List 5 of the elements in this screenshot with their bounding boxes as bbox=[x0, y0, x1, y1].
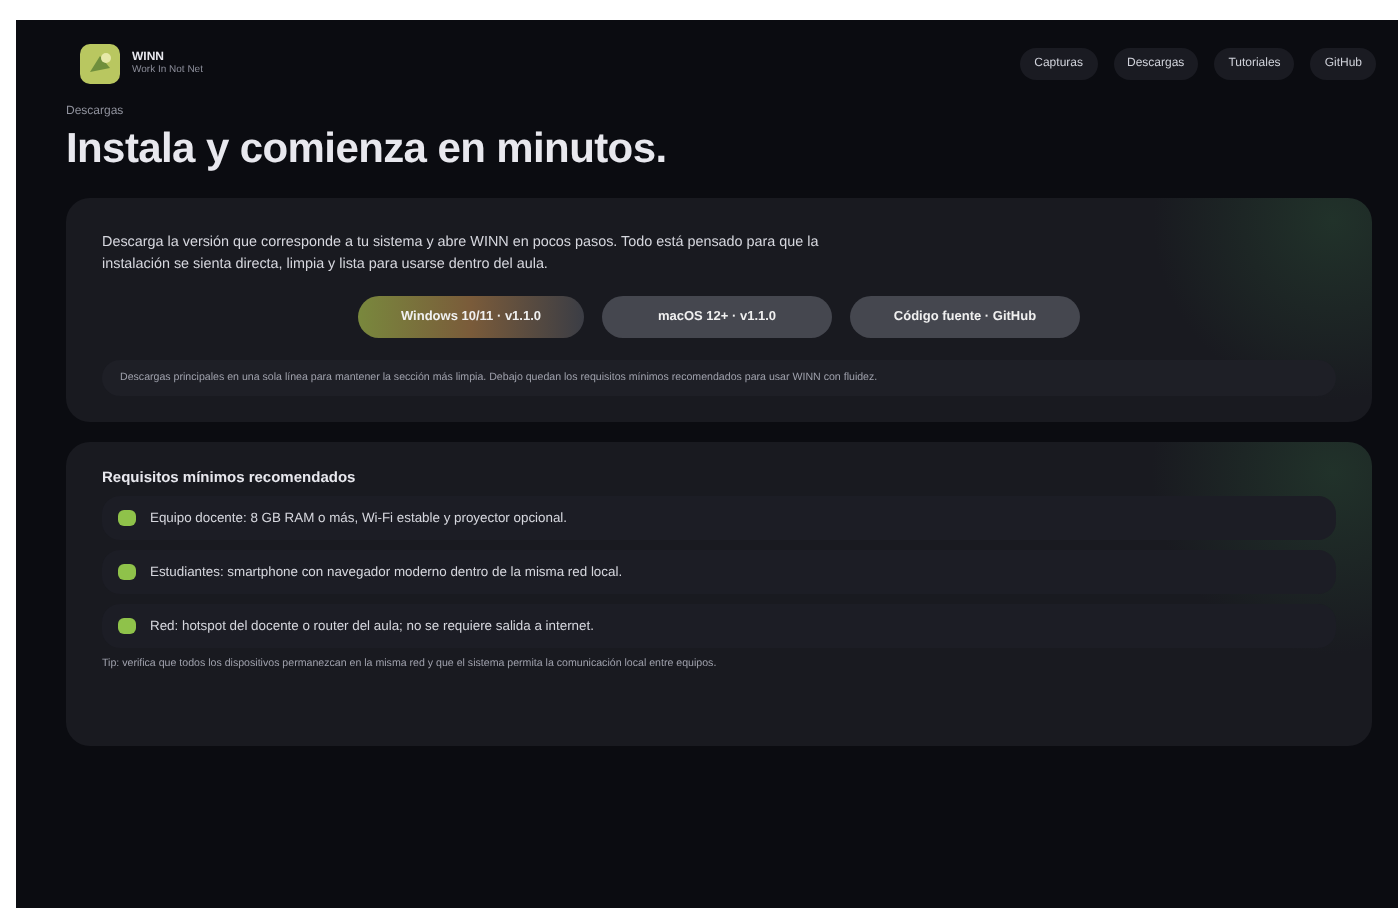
bullet-icon bbox=[118, 618, 136, 634]
bullet-icon bbox=[118, 564, 136, 580]
app-logo-icon bbox=[80, 44, 120, 84]
page-title: Instala y comienza en minutos. bbox=[66, 126, 669, 174]
bullet-icon bbox=[118, 510, 136, 526]
